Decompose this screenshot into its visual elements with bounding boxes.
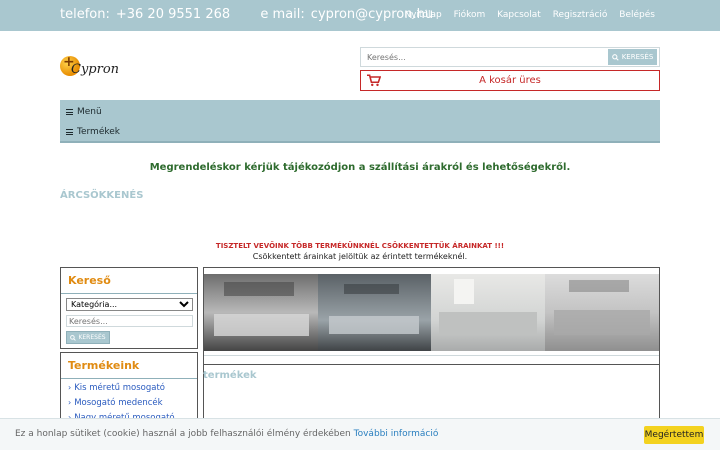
banner-container <box>203 267 660 365</box>
product-category-label: Mosogató medencék <box>74 398 163 408</box>
sidebar-search-button[interactable]: KERESÉS <box>66 331 110 344</box>
logo-name: Cypron <box>71 62 120 77</box>
product-category-item[interactable]: › Kis méretű mosogató <box>68 383 165 393</box>
products-content <box>203 364 660 424</box>
sidebar-search-button-label: KERESÉS <box>78 334 106 341</box>
site-logo[interactable]: + Cypron <box>60 54 120 82</box>
nav-link-contact[interactable]: Kapcsolat <box>497 10 541 20</box>
products-menu-label: Termékek <box>77 127 120 137</box>
shipping-notice: Megrendeléskor kérjük tájékozódjon a szá… <box>149 162 571 173</box>
price-reduction-subtext: Csökkentett árainkat jelöltük az érintet… <box>252 252 468 261</box>
cookie-text: Ez a honlap sütiket (cookie) használ a j… <box>15 429 351 439</box>
menu-label: Menü <box>77 107 102 117</box>
products-section-title: termékek <box>203 370 257 381</box>
main-menu-bar: Menü Termékek <box>60 100 660 143</box>
sidebar-search-panel: Kereső Kategória... KERESÉS <box>60 267 198 349</box>
search-input[interactable] <box>361 48 609 66</box>
nav-link-home[interactable]: Nyitólap <box>404 10 441 20</box>
cart-box[interactable]: A kosár üres <box>360 70 660 91</box>
top-nav: Nyitólap Fiókom Kapcsolat Regisztráció B… <box>395 10 655 20</box>
top-bar: telefon: +36 20 9551 268 e mail: cypron@cy… <box>0 0 720 31</box>
sidebar-products-title: Termékeink <box>61 353 197 379</box>
cart-status: A kosár üres <box>479 75 541 86</box>
nav-link-register[interactable]: Regisztráció <box>553 10 608 20</box>
chevron-right-icon: › <box>68 398 72 407</box>
nav-link-login[interactable]: Belépés <box>619 10 655 20</box>
product-category-label: Kis méretű mosogató <box>74 383 165 393</box>
chevron-right-icon: › <box>68 383 72 392</box>
menu-toggle[interactable]: Menü <box>66 107 102 117</box>
menu-divider <box>60 141 660 143</box>
sidebar-search-title: Kereső <box>61 268 197 294</box>
price-reduction-notice: TISZTELT VEVŐINK TÖBB TERMÉKÜNKNÉL CSÖKK… <box>215 242 505 250</box>
category-select[interactable]: Kategória... <box>66 298 193 311</box>
phone-label: telefon: <box>60 7 110 22</box>
email-label: e mail: <box>260 7 305 22</box>
cookie-text-wrap: Ez a honlap sütiket (cookie) használ a j… <box>15 429 438 439</box>
nav-link-account[interactable]: Fiókom <box>454 10 486 20</box>
price-reduction-heading: ÁRCSÖKKENÉS <box>60 190 144 201</box>
cookie-more-link[interactable]: További információ <box>354 429 439 439</box>
search-button[interactable]: KERESÉS <box>608 49 657 65</box>
kitchen-banner-image <box>204 274 659 351</box>
phone-number[interactable]: +36 20 9551 268 <box>116 7 230 22</box>
header-search: KERESÉS <box>360 47 660 67</box>
products-menu-toggle[interactable]: Termékek <box>66 127 120 137</box>
hamburger-icon <box>66 109 73 115</box>
product-category-item[interactable]: › Mosogató medencék <box>68 398 163 408</box>
cookie-banner: Ez a honlap sütiket (cookie) használ a j… <box>0 418 720 450</box>
sidebar-search-input[interactable] <box>66 315 193 327</box>
hamburger-icon <box>66 129 73 135</box>
cookie-accept-button[interactable]: Megértettem <box>644 426 704 444</box>
contact-info: telefon: +36 20 9551 268 e mail: cypron@cy… <box>60 7 433 22</box>
banner-divider <box>204 355 659 356</box>
search-icon <box>611 53 619 61</box>
search-icon <box>70 334 77 341</box>
search-button-label: KERESÉS <box>621 53 654 61</box>
